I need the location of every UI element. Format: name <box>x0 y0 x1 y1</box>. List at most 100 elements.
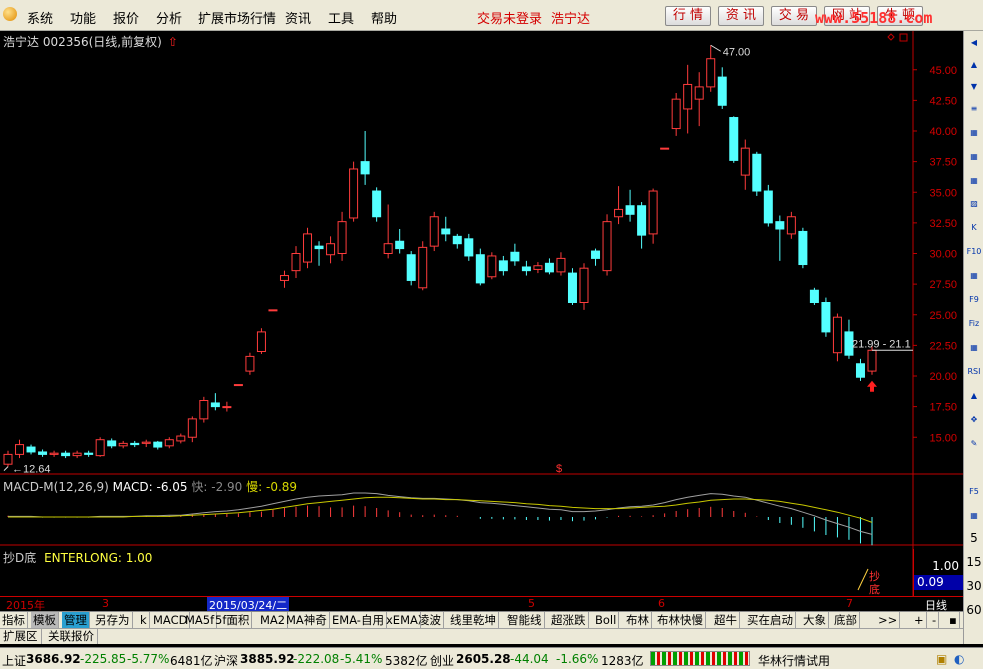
candle-down <box>452 235 462 245</box>
candle-up <box>487 255 497 278</box>
menu-extended-market[interactable]: 扩展市场行情 <box>198 8 276 27</box>
tab-related-quotes[interactable]: 关联报价 <box>45 629 98 644</box>
x-month-3: 3 <box>102 597 109 610</box>
period-5-button[interactable]: 5 <box>964 531 983 545</box>
quote-button[interactable]: 行 情 <box>665 6 711 26</box>
candle-down <box>717 76 727 106</box>
toolbar-icon-triangle-icon[interactable]: ▲ <box>966 387 982 405</box>
tab-ema-self[interactable]: EMA-自用 <box>330 612 387 628</box>
news-button[interactable]: 资 讯 <box>718 6 764 26</box>
zoom-out-button[interactable]: - <box>930 612 940 628</box>
y-tick-label: 42.50 <box>929 95 957 107</box>
toolbar-icon-bars-icon[interactable]: ▨ <box>966 195 982 213</box>
menu-bar: 系统 功能 报价 分析 扩展市场行情 资讯 工具 帮助 交易未登录 浩宁达 行 … <box>0 0 983 31</box>
sh-index-name[interactable]: 上证 <box>2 652 26 669</box>
candle-up <box>683 83 693 110</box>
toolbar-icon-table-icon[interactable]: ▦ <box>966 339 982 357</box>
trade-status[interactable]: 交易未登录 <box>477 8 542 27</box>
tab-k[interactable]: k <box>138 612 150 628</box>
tab-bulin[interactable]: 布林 <box>624 612 652 628</box>
tab-lingbo[interactable]: 凌波 <box>416 612 444 628</box>
site-watermark: www.55188.com <box>815 9 933 27</box>
toolbar-icon-rsi-icon[interactable]: RSI <box>966 363 982 381</box>
tab-over-rise-fall[interactable]: 超涨跌 <box>549 612 589 628</box>
hs-index-name[interactable]: 沪深 <box>214 652 238 669</box>
toolbar-icon-k-icon[interactable]: K <box>966 219 982 237</box>
trade-button[interactable]: 交 易 <box>771 6 817 26</box>
period-30-button[interactable]: 30 <box>964 579 983 593</box>
toolbar-icon-f9-icon[interactable]: F9 <box>966 291 982 309</box>
menu-function[interactable]: 功能 <box>70 8 96 27</box>
toolbar-icon-chart-icon[interactable]: ▦ <box>966 267 982 285</box>
cy-index-pct: -1.66% <box>556 652 599 666</box>
tab-buy-at-start[interactable]: 买在启动 <box>745 612 796 628</box>
toolbar-icon-f10-icon[interactable]: F10 <box>966 243 982 261</box>
candle-down <box>84 452 94 455</box>
tab-more-button[interactable]: >> <box>876 612 901 628</box>
toolbar-icon-fiz-icon[interactable]: Fiz <box>966 315 982 333</box>
cy-index-name[interactable]: 创业 <box>430 652 454 669</box>
candle-up <box>3 453 13 465</box>
extension-tab-bar: 扩展区 关联报价 <box>0 628 963 644</box>
tab-indicator[interactable]: 指标 <box>0 612 28 628</box>
menu-system[interactable]: 系统 <box>27 8 53 27</box>
dl-legend[interactable]: 抄D底 ENTERLONG: 1.00 <box>3 549 152 566</box>
menu-help[interactable]: 帮助 <box>371 8 397 27</box>
tab-5f-area[interactable]: 5f面积 <box>213 612 253 628</box>
candle-up <box>337 221 347 254</box>
diamond-icon <box>887 33 895 41</box>
toolbar-icon-down-icon[interactable]: ▼ <box>966 78 982 96</box>
tab-bottom[interactable]: 底部 <box>832 612 860 628</box>
candle-up <box>602 221 612 272</box>
candle-up <box>671 98 681 130</box>
tab-ma-magic[interactable]: MA神奇 <box>284 612 330 628</box>
candle-up <box>15 444 25 455</box>
up-arrow-icon[interactable]: ⇧ <box>168 35 178 49</box>
lock-icon[interactable]: ▣ <box>936 652 947 666</box>
period-60-button[interactable]: 60 <box>964 603 983 617</box>
toolbar-icon-grid-icon[interactable]: ▦ <box>966 124 982 142</box>
y-tick-label: 17.50 <box>929 402 957 414</box>
tab-super-bull[interactable]: 超牛 <box>712 612 740 628</box>
candle-down <box>625 205 635 215</box>
zoom-in-button[interactable]: + <box>912 612 927 628</box>
tab-manage[interactable]: 管理 <box>62 612 90 628</box>
menu-analysis[interactable]: 分析 <box>156 8 182 27</box>
tab-elephant[interactable]: 大象 <box>801 612 829 628</box>
cy-index-volume: 1283亿 <box>601 654 644 668</box>
candle-up <box>141 441 151 444</box>
candle-down <box>441 228 451 235</box>
menu-quote[interactable]: 报价 <box>113 8 139 27</box>
period-15-button[interactable]: 15 <box>964 555 983 569</box>
tab-bulin-fast-slow[interactable]: 布林快慢 <box>655 612 706 628</box>
toolbar-icon-trend-icon[interactable]: ▦ <box>966 148 982 166</box>
tab-boll[interactable]: Boll <box>593 612 620 628</box>
y-tick-label: 15.00 <box>929 432 957 444</box>
toolbar-icon-move-icon[interactable]: ✥ <box>966 411 982 429</box>
candle-down <box>567 272 577 304</box>
menu-tools[interactable]: 工具 <box>328 8 354 27</box>
toolbar-icon-f5-icon[interactable]: F5 <box>966 483 982 501</box>
layout-toggle-button[interactable]: ▪ <box>947 612 960 628</box>
toolbar-icon-back-icon[interactable]: ◀ <box>966 34 982 52</box>
macd-legend[interactable]: MACD-M(12,26,9) MACD: -6.05 快: -2.90 慢: … <box>3 478 297 495</box>
indicator-tab-bar: 指标 模板 管理 另存为 k MACD MA5f 5f面积 MA2 MA神奇 E… <box>0 611 963 628</box>
tab-smart-line[interactable]: 智能线 <box>505 612 545 628</box>
toolbar-icon-list-icon[interactable]: ≡ <box>966 100 982 118</box>
y-tick-label: 27.50 <box>929 279 957 291</box>
toolbar-icon-refresh-icon[interactable]: ▦ <box>966 507 982 525</box>
sound-icon[interactable]: ◐ <box>954 652 964 666</box>
tab-template[interactable]: 模板 <box>31 612 59 628</box>
menu-news[interactable]: 资讯 <box>285 8 311 27</box>
tab-extension-area[interactable]: 扩展区 <box>0 629 42 644</box>
tab-save-as[interactable]: 另存为 <box>93 612 133 628</box>
high-label-pointer <box>710 44 721 52</box>
toolbar-icon-up-icon[interactable]: ▲ <box>966 56 982 74</box>
candle-up <box>95 439 105 457</box>
tab-xianli-qiankun[interactable]: 线里乾坤 <box>448 612 499 628</box>
toolbar-icon-kline-icon[interactable]: ▦ <box>966 172 982 190</box>
broker-name: 华林行情试用 <box>758 654 831 668</box>
candle-up <box>199 400 209 420</box>
toolbar-icon-pencil-icon[interactable]: ✎ <box>966 435 982 453</box>
kline-chart-area[interactable]: 45.00 42.50 40.00 37.50 35.00 32.50 30.00 27.50… <box>0 31 963 596</box>
